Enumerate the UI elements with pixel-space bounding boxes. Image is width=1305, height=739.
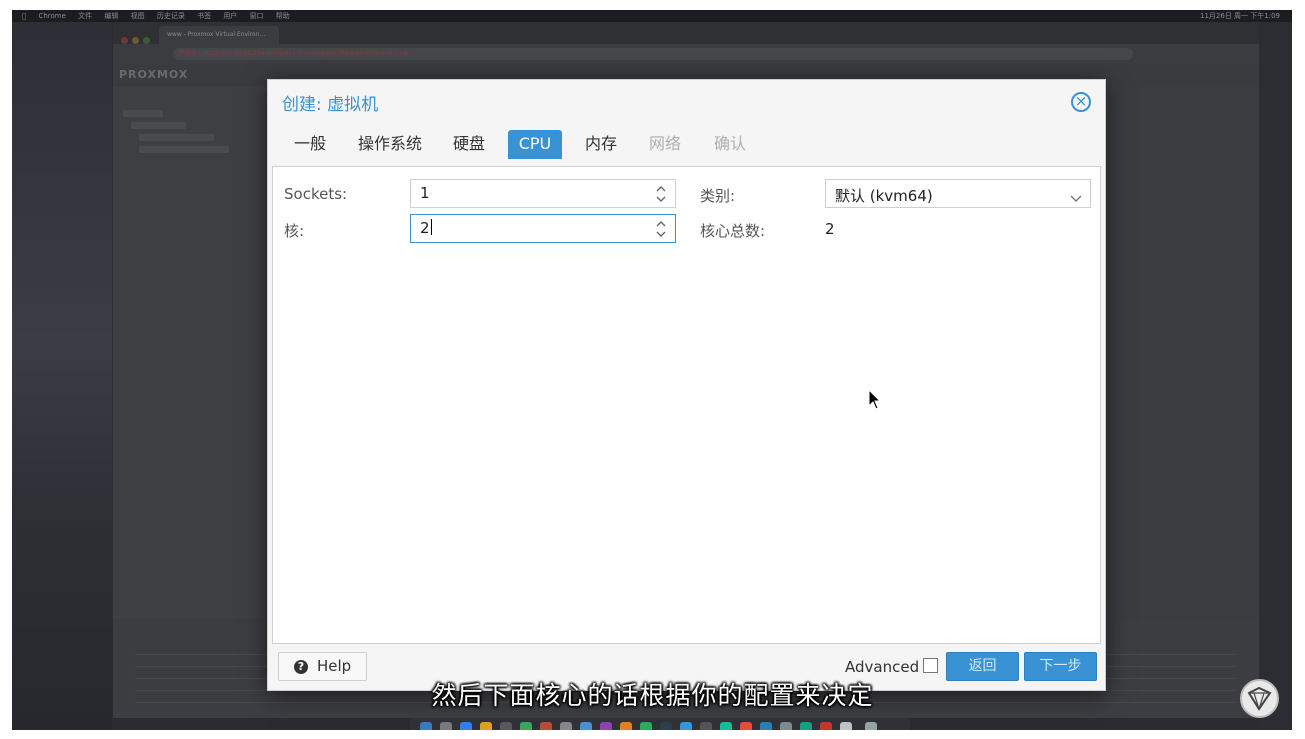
tree-row[interactable] xyxy=(131,122,186,129)
app-icon[interactable] xyxy=(560,722,572,730)
menubar-item[interactable]: 用户 xyxy=(223,12,237,20)
menubar-item[interactable]: Chrome xyxy=(38,12,65,20)
spinner-arrows-icon[interactable] xyxy=(655,184,667,204)
browser-tab[interactable]: www - Proxmox Virtual Environ... xyxy=(159,26,279,44)
mouse-pointer-icon xyxy=(868,388,882,415)
app-icon[interactable] xyxy=(680,722,692,730)
close-icon[interactable]: × xyxy=(1071,92,1091,112)
wechat-icon[interactable] xyxy=(640,722,652,730)
app-icon[interactable] xyxy=(620,722,632,730)
menubar-items:  Chrome 文件 编辑 视图 历史记录 书签 用户 窗口 帮助 xyxy=(22,10,300,22)
close-window-icon[interactable] xyxy=(121,37,128,44)
tab-os[interactable]: 操作系统 xyxy=(350,130,430,159)
tab-cpu[interactable]: CPU xyxy=(508,130,562,159)
app-icon[interactable] xyxy=(800,722,812,730)
tree-row[interactable] xyxy=(139,134,214,141)
app-icon[interactable] xyxy=(660,722,672,730)
app-icon[interactable] xyxy=(780,722,792,730)
browser-tabbar: www - Proxmox Virtual Environ... xyxy=(113,22,1259,44)
desktop-wallpaper xyxy=(12,22,112,730)
app-icon[interactable] xyxy=(500,722,512,730)
app-icon[interactable] xyxy=(700,722,712,730)
chevron-down-icon[interactable] xyxy=(1070,188,1082,207)
sockets-label: Sockets: xyxy=(284,185,348,203)
minimize-window-icon[interactable] xyxy=(132,37,139,44)
macos-menubar:  Chrome 文件 编辑 视图 历史记录 书签 用户 窗口 帮助 11月26… xyxy=(12,10,1292,22)
menubar-item[interactable]: 历史记录 xyxy=(157,12,185,20)
cores-value: 2 xyxy=(420,219,430,237)
tree-row[interactable] xyxy=(123,110,163,117)
finder-icon[interactable] xyxy=(420,722,432,730)
app-icon[interactable] xyxy=(740,722,752,730)
macos-dock xyxy=(410,718,910,730)
menubar-item[interactable]: 编辑 xyxy=(104,12,118,20)
cores-label: 核: xyxy=(284,222,305,240)
tab-memory[interactable]: 内存 xyxy=(576,130,626,159)
menubar-item[interactable]: 窗口 xyxy=(250,12,264,20)
type-label: 类别: xyxy=(700,187,736,205)
advanced-label: Advanced xyxy=(845,658,920,676)
cores-field[interactable]: 2 xyxy=(410,214,676,243)
app-icon[interactable] xyxy=(720,722,732,730)
tab-confirm[interactable]: 确认 xyxy=(704,130,756,159)
cores-value-wrap: 2 xyxy=(420,219,432,237)
tab-network[interactable]: 网络 xyxy=(640,130,690,159)
trash-icon[interactable] xyxy=(865,722,877,730)
safari-icon[interactable] xyxy=(460,722,472,730)
cpu-type-value: 默认 (kvm64) xyxy=(835,187,933,205)
tab-general[interactable]: 一般 xyxy=(284,130,336,159)
create-vm-dialog: 创建: 虚拟机 × 一般 操作系统 硬盘 CPU 内存 网络 确认 Socket… xyxy=(267,79,1106,691)
app-icon[interactable] xyxy=(600,722,612,730)
cpu-panel: Sockets: 1 核: 2 类别: 默认 (kvm64) 核心总数: 2 xyxy=(272,166,1101,644)
chrome-icon[interactable] xyxy=(480,722,492,730)
menubar-item[interactable]: 帮助 xyxy=(276,12,290,20)
zoom-window-icon[interactable] xyxy=(143,37,150,44)
menubar-item[interactable]: 书签 xyxy=(197,12,211,20)
sockets-field[interactable]: 1 xyxy=(410,179,676,208)
menubar-item[interactable]: 视图 xyxy=(131,12,145,20)
menubar-item[interactable]: 文件 xyxy=(78,12,92,20)
total-cores-label: 核心总数: xyxy=(700,222,766,240)
app-icon[interactable] xyxy=(580,722,592,730)
advanced-checkbox[interactable] xyxy=(923,658,938,673)
tree-row[interactable] xyxy=(139,146,229,153)
address-bar[interactable]: 不安全 | https://10.10.10.254:8006/#v1:0:=s… xyxy=(173,48,1133,60)
total-cores-value: 2 xyxy=(825,220,835,238)
browser-toolbar: 不安全 | https://10.10.10.254:8006/#v1:0:=s… xyxy=(113,44,1259,64)
dialog-title: 创建: 虚拟机 xyxy=(282,95,379,115)
video-subtitle: 然后下面核心的话根据你的配置来决定 xyxy=(431,681,874,710)
spinner-arrows-icon[interactable] xyxy=(655,219,667,239)
cpu-type-select[interactable]: 默认 (kvm64) xyxy=(825,179,1091,208)
proxmox-logo: PROXMOX xyxy=(119,68,189,81)
tab-disk[interactable]: 硬盘 xyxy=(444,130,494,159)
app-icon[interactable] xyxy=(840,722,852,730)
app-icon[interactable] xyxy=(760,722,772,730)
app-icon[interactable] xyxy=(520,722,532,730)
channel-logo-watermark xyxy=(1240,679,1279,718)
text-caret xyxy=(430,219,432,235)
app-icon[interactable] xyxy=(540,722,552,730)
menubar-clock[interactable]: 11月26日 周一 下午1:09 xyxy=(1200,10,1280,22)
launchpad-icon[interactable] xyxy=(440,722,452,730)
question-circle-icon: ? xyxy=(294,660,308,674)
sockets-value: 1 xyxy=(420,184,430,202)
app-icon[interactable] xyxy=(820,722,832,730)
apple-icon[interactable]:  xyxy=(22,12,26,20)
resource-tree xyxy=(113,86,268,646)
desktop-icons-column xyxy=(1259,22,1292,730)
